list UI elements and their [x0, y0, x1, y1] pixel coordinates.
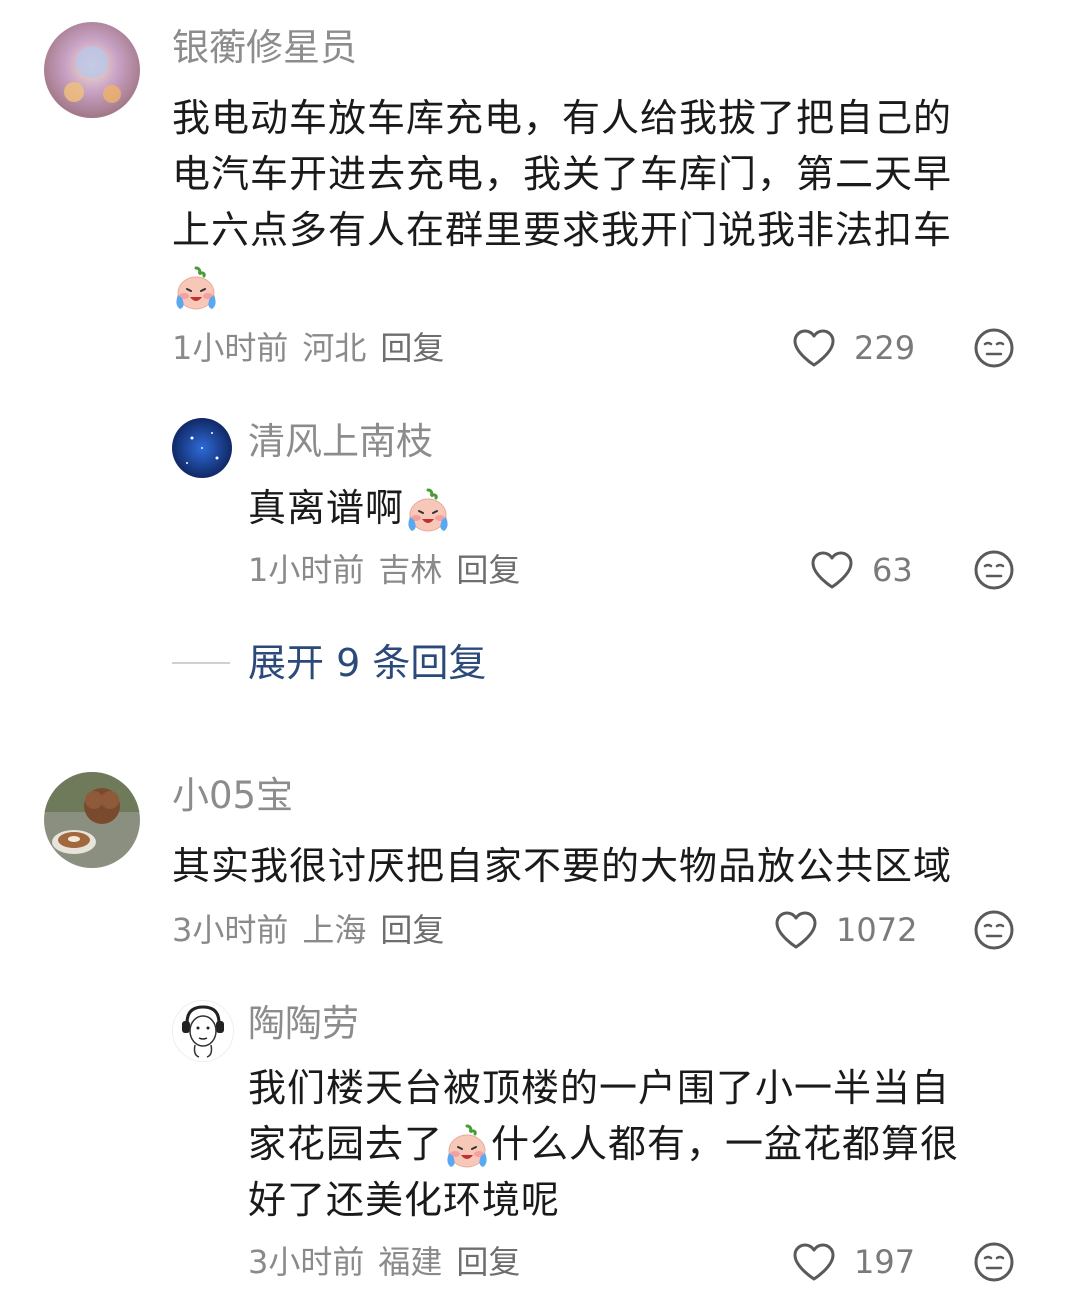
comment-text-line: 家花园去了 什么人都有，一盆花都算很 [248, 1116, 1038, 1172]
crying-face-emoji [443, 1123, 491, 1171]
like-count: 229 [854, 329, 916, 367]
username[interactable]: 清风上南枝 [248, 420, 433, 464]
crying-face-emoji [404, 487, 452, 535]
comment-location: 吉林 [378, 551, 443, 589]
comment-text-line: 上六点多有人在群里要求我开门说我非法扣车 [172, 208, 953, 252]
comment-text: 我们楼天台被顶楼的一户围了小一半当自 家花园去了 什么人都有，一盆花都算很 好了还… [248, 1060, 1038, 1228]
comment-meta: 1小时前 吉林 回复 [248, 550, 534, 590]
comment-text-line: 其实我很讨厌把自家不要的大物品放公共区域 [172, 844, 953, 888]
comment-text-line: 真离谱啊 [248, 486, 405, 530]
heart-icon [792, 1242, 836, 1282]
comment-meta: 3小时前 福建 回复 [248, 1242, 534, 1282]
meh-face-icon[interactable] [972, 908, 1016, 952]
comment-text-line: 好了还美化环境呢 [248, 1178, 561, 1222]
username[interactable]: 陶陶劳 [248, 1002, 359, 1046]
like-button[interactable]: 229 [792, 328, 915, 368]
like-count: 197 [854, 1243, 916, 1281]
avatar[interactable] [44, 22, 140, 118]
username[interactable]: 银蘅修星员 [172, 26, 357, 70]
comment-location: 福建 [378, 1243, 443, 1281]
avatar[interactable] [172, 418, 232, 478]
crying-face-emoji [172, 265, 220, 313]
comment-text-line: 我电动车放车库充电，有人给我拔了把自己的 [172, 96, 953, 140]
avatar[interactable] [44, 772, 140, 868]
comment-text: 我电动车放车库充电，有人给我拔了把自己的 电汽车开进去充电，我关了车库门，第二天… [172, 90, 1032, 314]
divider [172, 662, 230, 664]
reply-button[interactable]: 回复 [456, 1243, 520, 1281]
reply-button[interactable]: 回复 [380, 329, 444, 367]
like-button[interactable]: 1072 [774, 910, 917, 950]
meh-face-icon[interactable] [972, 548, 1016, 592]
heart-icon [810, 550, 854, 590]
comment-time: 1小时前 [172, 329, 289, 367]
comment-time: 3小时前 [248, 1243, 365, 1281]
comment-text-line: 电汽车开进去充电，我关了车库门，第二天早 [172, 152, 953, 196]
username[interactable]: 小05宝 [172, 774, 293, 818]
like-button[interactable]: 63 [810, 550, 913, 590]
reply-button[interactable]: 回复 [456, 551, 520, 589]
comment-time: 1小时前 [248, 551, 365, 589]
comment-text: 其实我很讨厌把自家不要的大物品放公共区域 [172, 838, 1032, 894]
comment-meta: 3小时前 上海 回复 [172, 910, 458, 950]
heart-icon [774, 910, 818, 950]
meh-face-icon[interactable] [972, 1240, 1016, 1284]
like-count: 63 [872, 551, 913, 589]
comment-text-line: 我们楼天台被顶楼的一户围了小一半当自 [248, 1066, 951, 1110]
comment-text: 真离谱啊 [248, 480, 1028, 536]
expand-replies-label[interactable]: 展开 9 条回复 [248, 638, 486, 688]
heart-icon [792, 328, 836, 368]
comment-location: 河北 [302, 329, 367, 367]
reply-button[interactable]: 回复 [380, 911, 444, 949]
comment-time: 3小时前 [172, 911, 289, 949]
comment-location: 上海 [302, 911, 367, 949]
like-button[interactable]: 197 [792, 1242, 915, 1282]
comment-meta: 1小时前 河北 回复 [172, 328, 458, 368]
meh-face-icon[interactable] [972, 326, 1016, 370]
like-count: 1072 [836, 911, 918, 949]
avatar[interactable] [172, 1000, 234, 1062]
expand-replies[interactable]: 展开 9 条回复 [172, 638, 486, 688]
